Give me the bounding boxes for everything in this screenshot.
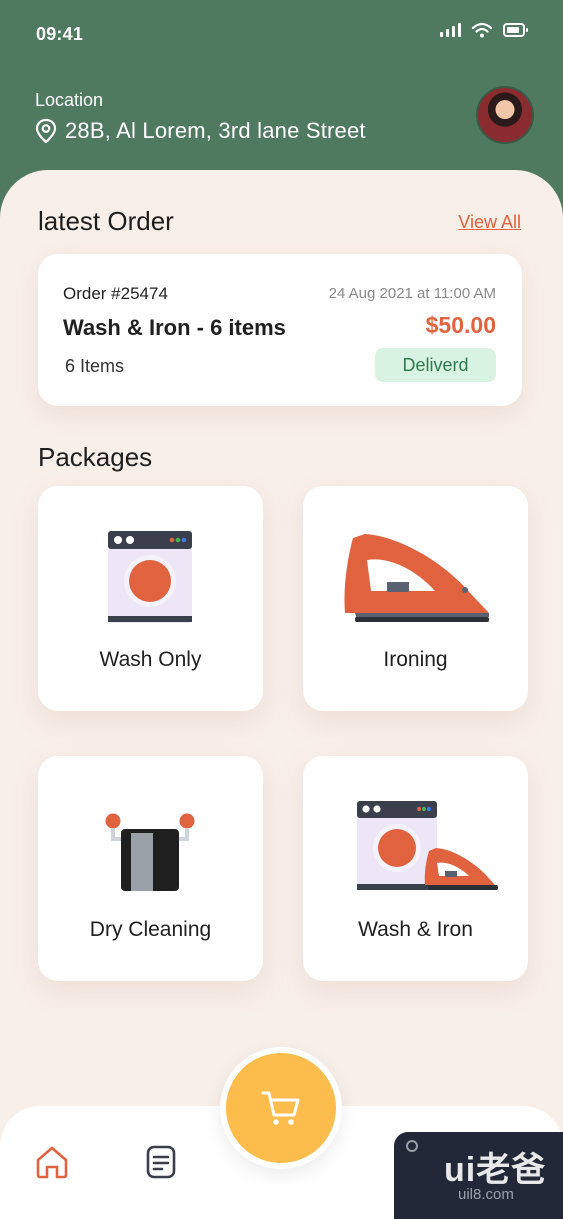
location-header: Location 28B, Al Lorem, 3rd lane Street <box>0 68 563 178</box>
battery-icon <box>503 23 528 37</box>
order-id: Order #25474 <box>63 284 168 303</box>
cart-icon <box>261 1091 300 1125</box>
package-label: Dry Cleaning <box>89 918 212 941</box>
washer-and-iron-icon <box>357 801 498 890</box>
package-label: Wash & Iron <box>358 918 473 941</box>
watermark-url: uil8.com <box>458 1186 514 1203</box>
package-wash-only[interactable]: Wash Only <box>38 486 263 711</box>
package-wash-and-iron[interactable]: Wash & Iron <box>303 756 528 981</box>
watermark-dot <box>406 1140 418 1152</box>
iron-icon <box>344 534 489 622</box>
cart-button[interactable] <box>220 1047 342 1169</box>
status-icons <box>439 22 529 38</box>
orders-icon[interactable] <box>143 1144 179 1180</box>
packages-title: Packages <box>38 442 153 472</box>
order-name: Wash & Iron - 6 items <box>63 315 286 340</box>
status-time: 09:41 <box>36 24 84 44</box>
avatar[interactable] <box>476 86 534 144</box>
latest-order-title: latest Order <box>38 206 174 236</box>
package-dry-cleaning[interactable]: Dry Cleaning <box>38 756 263 981</box>
order-price: $50.00 <box>425 312 496 338</box>
package-ironing[interactable]: Ironing <box>303 486 528 711</box>
home-icon[interactable] <box>34 1144 70 1180</box>
order-date: 24 Aug 2021 at 11:00 AM <box>328 285 496 302</box>
status-badge: Deliverd <box>375 348 496 382</box>
location-address: 28B, Al Lorem, 3rd lane Street <box>65 118 366 143</box>
washing-machine-icon <box>108 531 192 623</box>
location-row[interactable]: 28B, Al Lorem, 3rd lane Street <box>35 118 366 144</box>
wifi-icon <box>471 22 493 38</box>
view-all-link[interactable]: View All <box>458 212 521 233</box>
location-pin-icon <box>35 118 57 144</box>
status-bar: 09:41 <box>0 0 563 68</box>
watermark-badge: ui老爸 uil8.com <box>394 1132 563 1219</box>
package-label: Ironing <box>383 648 448 671</box>
package-label: Wash Only <box>99 648 202 671</box>
order-item-count: 6 Items <box>65 356 125 376</box>
signal-icon <box>440 23 461 37</box>
location-label: Location <box>35 90 104 110</box>
towel-rack-icon <box>105 813 195 891</box>
watermark-logo: ui老爸 <box>444 1151 547 1189</box>
latest-order-card[interactable]: Order #25474 24 Aug 2021 at 11:00 AM Was… <box>38 254 522 406</box>
